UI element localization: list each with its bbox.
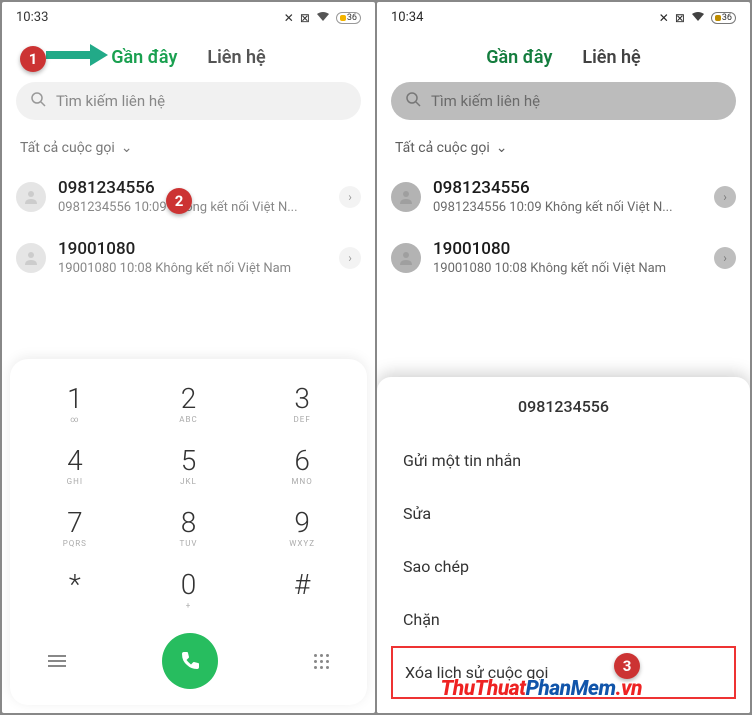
watermark: ThuThuatPhanMem.vn (441, 677, 643, 701)
keypad-toggle-icon[interactable] (314, 654, 329, 669)
call-meta: 19001080 10:08 Không kết nối Việt Nam (58, 261, 339, 276)
wifi-icon (316, 11, 330, 25)
menu-send-message[interactable]: Gửi một tin nhắn (377, 434, 750, 487)
status-bar: 10:33 ✕ ⊠ 36 (2, 2, 375, 29)
call-details-button[interactable]: › (339, 247, 361, 269)
call-number: 0981234556 (433, 178, 714, 198)
filter-dropdown[interactable]: Tất cả cuộc gọi ⌄ (377, 132, 750, 168)
search-placeholder: Tìm kiếm liên hệ (56, 92, 165, 110)
call-meta: 19001080 10:08 Không kết nối Việt Nam (433, 261, 714, 276)
call-number: 19001080 (58, 239, 339, 259)
dialpad: 1∞ 2ABC 3DEF 4GHI 5JKL 6MNO 7PQRS 8TUV 9… (10, 359, 367, 705)
dialpad-key-4[interactable]: 4GHI (18, 437, 132, 499)
search-icon (30, 91, 46, 111)
dialpad-key-3[interactable]: 3DEF (245, 375, 359, 437)
screenshot-left: 1 2 10:33 ✕ ⊠ 36 Gần đây Liên hệ Tìm kiế… (2, 2, 375, 713)
do-not-disturb-icon: ✕ (284, 11, 294, 25)
battery-icon: 36 (336, 12, 361, 24)
annotation-badge-3: 3 (614, 653, 640, 679)
call-log-item[interactable]: 19001080 19001080 10:08 Không kết nối Vi… (2, 229, 375, 290)
dialpad-key-star[interactable]: * (18, 561, 132, 623)
dialpad-key-2[interactable]: 2ABC (132, 375, 246, 437)
dialpad-key-0[interactable]: 0+ (132, 561, 246, 623)
call-log-item[interactable]: 0981234556 0981234556 10:09 Không kết nố… (377, 168, 750, 229)
annotation-arrow (46, 51, 94, 59)
call-details-button[interactable]: › (339, 186, 361, 208)
close-box-icon: ⊠ (675, 11, 685, 25)
do-not-disturb-icon: ✕ (659, 11, 669, 25)
call-details-button[interactable]: › (714, 247, 736, 269)
tab-contacts[interactable]: Liên hệ (207, 47, 265, 68)
wifi-icon (691, 11, 705, 25)
menu-block[interactable]: Chặn (377, 593, 750, 646)
tab-recent[interactable]: Gần đây (111, 47, 177, 68)
call-number: 0981234556 (58, 178, 339, 198)
avatar-icon (16, 243, 46, 273)
call-details-button[interactable]: › (714, 186, 736, 208)
dialpad-key-8[interactable]: 8TUV (132, 499, 246, 561)
call-meta: 0981234556 10:09 Không kết nối Việt N... (433, 200, 714, 215)
dialpad-key-1[interactable]: 1∞ (18, 375, 132, 437)
dialpad-key-hash[interactable]: # (245, 561, 359, 623)
status-time: 10:33 (16, 10, 48, 25)
tab-recent[interactable]: Gần đây (486, 47, 552, 68)
chevron-down-icon: ⌄ (121, 140, 133, 156)
chevron-down-icon: ⌄ (496, 140, 508, 156)
search-input[interactable]: Tìm kiếm liên hệ (391, 82, 736, 120)
menu-edit[interactable]: Sửa (377, 487, 750, 540)
menu-icon[interactable] (48, 655, 66, 667)
call-number: 19001080 (433, 239, 714, 259)
status-time: 10:34 (391, 10, 423, 25)
filter-dropdown[interactable]: Tất cả cuộc gọi ⌄ (2, 132, 375, 168)
call-button[interactable] (162, 633, 218, 689)
battery-icon: 36 (711, 12, 736, 24)
annotation-badge-1: 1 (20, 46, 46, 72)
close-box-icon: ⊠ (300, 11, 310, 25)
search-input[interactable]: Tìm kiếm liên hệ (16, 82, 361, 120)
status-bar: 10:34 ✕ ⊠ 36 (377, 2, 750, 29)
context-menu-title: 0981234556 (377, 397, 750, 416)
avatar-icon (16, 182, 46, 212)
dialpad-key-5[interactable]: 5JKL (132, 437, 246, 499)
menu-copy[interactable]: Sao chép (377, 540, 750, 593)
status-icons: ✕ ⊠ 36 (284, 11, 361, 25)
annotation-badge-2: 2 (166, 188, 192, 214)
avatar-icon (391, 182, 421, 212)
dialpad-key-6[interactable]: 6MNO (245, 437, 359, 499)
avatar-icon (391, 243, 421, 273)
status-icons: ✕ ⊠ 36 (659, 11, 736, 25)
dialpad-key-7[interactable]: 7PQRS (18, 499, 132, 561)
context-menu: 0981234556 Gửi một tin nhắn Sửa Sao chép… (377, 377, 750, 713)
screenshot-right: 10:34 ✕ ⊠ 36 Gần đây Liên hệ Tìm k (377, 2, 750, 713)
search-placeholder: Tìm kiếm liên hệ (431, 92, 540, 110)
search-icon (405, 91, 421, 111)
dialpad-key-9[interactable]: 9WXYZ (245, 499, 359, 561)
tab-contacts[interactable]: Liên hệ (582, 47, 640, 68)
call-meta: 0981234556 10:09 Không kết nối Việt N... (58, 200, 339, 215)
tabs: Gần đây Liên hệ (377, 29, 750, 82)
call-log-item[interactable]: 19001080 19001080 10:08 Không kết nối Vi… (377, 229, 750, 290)
